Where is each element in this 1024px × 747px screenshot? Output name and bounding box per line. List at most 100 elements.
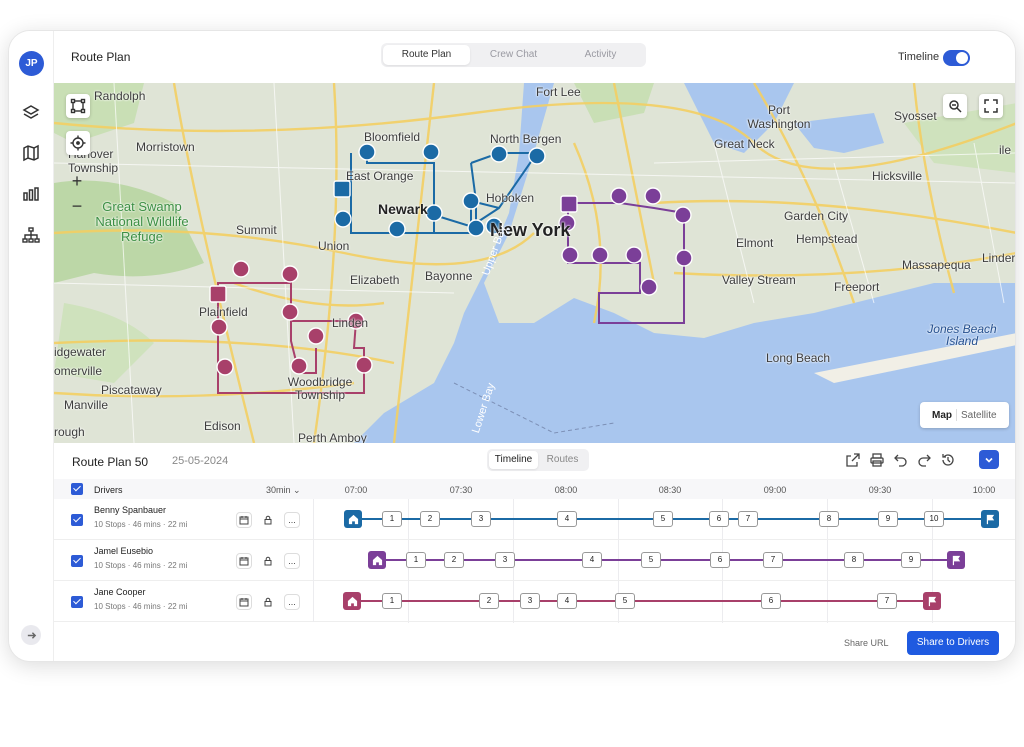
- timeline-stop[interactable]: 1: [406, 552, 426, 568]
- locate-icon[interactable]: [66, 131, 90, 155]
- export-icon[interactable]: [845, 452, 861, 468]
- dropdown-chevron-icon[interactable]: [979, 450, 999, 469]
- time-tick: 10:00: [972, 485, 996, 495]
- timeline-stop[interactable]: 2: [444, 552, 464, 568]
- map-label-north-bergen: North Bergen: [490, 132, 562, 146]
- share-url-link[interactable]: Share URL: [844, 638, 889, 648]
- map-label-syosset: Syosset: [894, 109, 937, 123]
- driver-row[interactable]: Jane Cooper 10 Stops · 46 mins · 22 mi...…: [54, 581, 1015, 622]
- driver-row[interactable]: Benny Spanbauer 10 Stops · 46 mins · 22 m…: [54, 499, 1015, 540]
- map-label-jones-beach: Jones Beach Island: [927, 322, 997, 348]
- timeline-stop[interactable]: 5: [615, 593, 635, 609]
- expand-arrow-icon[interactable]: [21, 625, 41, 645]
- map-label-manville: Manville: [64, 398, 109, 412]
- tab-crew-chat[interactable]: Crew Chat: [470, 45, 557, 65]
- home-icon[interactable]: [368, 551, 386, 569]
- interval-select[interactable]: 30min ⌄: [266, 485, 301, 496]
- driver-checkbox[interactable]: [71, 555, 83, 567]
- lock-icon[interactable]: [260, 553, 276, 569]
- driver-checkbox[interactable]: [71, 514, 83, 526]
- timeline-stop[interactable]: 9: [878, 511, 898, 527]
- redo-icon[interactable]: [916, 452, 932, 468]
- timeline-stop[interactable]: 7: [763, 552, 783, 568]
- flag-icon[interactable]: [981, 510, 999, 528]
- tab-timeline[interactable]: Timeline: [489, 451, 538, 469]
- driver-name: Jane Cooper: [94, 587, 146, 597]
- time-tick: 07:30: [449, 485, 473, 495]
- panel-view-tabs: Timeline Routes: [487, 449, 589, 471]
- route-map[interactable]: Randolph Morristown Hanover Township Gre…: [54, 83, 1015, 443]
- print-icon[interactable]: [869, 452, 885, 468]
- tab-activity[interactable]: Activity: [557, 45, 644, 65]
- calendar-icon[interactable]: [236, 553, 252, 569]
- home-icon[interactable]: [344, 510, 362, 528]
- select-area-icon[interactable]: [66, 94, 90, 118]
- timeline-stop[interactable]: 1: [382, 593, 402, 609]
- undo-icon[interactable]: [893, 452, 909, 468]
- map-label-valley-stream: Valley Stream: [722, 273, 796, 287]
- share-to-drivers-button[interactable]: Share to Drivers: [907, 631, 999, 655]
- flag-icon[interactable]: [923, 592, 941, 610]
- timeline-stop[interactable]: 8: [819, 511, 839, 527]
- home-icon[interactable]: [343, 592, 361, 610]
- driver-meta: 10 Stops · 46 mins · 22 mi: [94, 602, 188, 611]
- bar-chart-icon[interactable]: [21, 184, 41, 204]
- avatar[interactable]: JP: [19, 51, 44, 76]
- more-options-button[interactable]: ...: [284, 553, 300, 569]
- more-options-button[interactable]: ...: [284, 512, 300, 528]
- map-icon[interactable]: [21, 143, 41, 163]
- timeline-header: Drivers 30min ⌄ 07:00 07:30 08:00 08:30 …: [54, 479, 1015, 499]
- timeline-stop[interactable]: 3: [520, 593, 540, 609]
- lock-icon[interactable]: [260, 594, 276, 610]
- zoom-out-icon[interactable]: −: [72, 196, 83, 217]
- time-tick: 08:30: [658, 485, 682, 495]
- map-label-hicksville: Hicksville: [872, 169, 923, 183]
- flag-icon[interactable]: [947, 551, 965, 569]
- zoom-in-icon[interactable]: +: [72, 171, 83, 192]
- tab-route-plan[interactable]: Route Plan: [383, 45, 470, 65]
- calendar-icon[interactable]: [236, 512, 252, 528]
- timeline-stop[interactable]: 8: [844, 552, 864, 568]
- layers-icon[interactable]: [21, 103, 41, 123]
- tab-routes[interactable]: Routes: [538, 451, 587, 469]
- timeline-stop[interactable]: 5: [641, 552, 661, 568]
- timeline-stop[interactable]: 5: [653, 511, 673, 527]
- timeline-stop[interactable]: 4: [557, 511, 577, 527]
- map-label-fort-lee: Fort Lee: [536, 85, 581, 99]
- lock-icon[interactable]: [260, 512, 276, 528]
- time-tick: 09:30: [868, 485, 892, 495]
- driver-checkbox[interactable]: [71, 596, 83, 608]
- calendar-icon[interactable]: [236, 594, 252, 610]
- timeline-stop[interactable]: 6: [761, 593, 781, 609]
- timeline-stop[interactable]: 3: [471, 511, 491, 527]
- timeline-stop[interactable]: 4: [557, 593, 577, 609]
- fullscreen-icon[interactable]: [979, 94, 1003, 118]
- timeline-stop[interactable]: 6: [710, 552, 730, 568]
- timeline-stop[interactable]: 7: [738, 511, 758, 527]
- map-type-switch: Map Satellite: [920, 402, 1009, 428]
- timeline-stop[interactable]: 9: [901, 552, 921, 568]
- timeline-stop[interactable]: 10: [924, 511, 944, 527]
- map-label-rough: rough: [54, 425, 85, 439]
- driver-row[interactable]: Jamel Eusebio 10 Stops · 46 mins · 22 mi.…: [54, 540, 1015, 581]
- timeline-stop[interactable]: 7: [877, 593, 897, 609]
- plan-name: Route Plan 50: [72, 455, 149, 469]
- search-zoom-icon[interactable]: [943, 94, 967, 118]
- history-icon[interactable]: [940, 452, 956, 468]
- timeline-stop[interactable]: 4: [582, 552, 602, 568]
- select-all-checkbox[interactable]: [71, 483, 83, 495]
- map-type-satellite[interactable]: Satellite: [957, 410, 1001, 421]
- view-tabs: Route Plan Crew Chat Activity: [381, 43, 646, 67]
- map-type-map[interactable]: Map: [928, 410, 956, 421]
- driver-name: Jamel Eusebio: [94, 546, 154, 556]
- timeline-stop[interactable]: 2: [479, 593, 499, 609]
- timeline-stop[interactable]: 2: [420, 511, 440, 527]
- timeline-toggle[interactable]: [943, 50, 970, 66]
- timeline-stop[interactable]: 3: [495, 552, 515, 568]
- hierarchy-icon[interactable]: [21, 225, 41, 245]
- timeline-stop[interactable]: 6: [709, 511, 729, 527]
- timeline-stop[interactable]: 1: [382, 511, 402, 527]
- map-label-freeport: Freeport: [834, 280, 880, 294]
- more-options-button[interactable]: ...: [284, 594, 300, 610]
- map-label-great-neck: Great Neck: [714, 137, 775, 151]
